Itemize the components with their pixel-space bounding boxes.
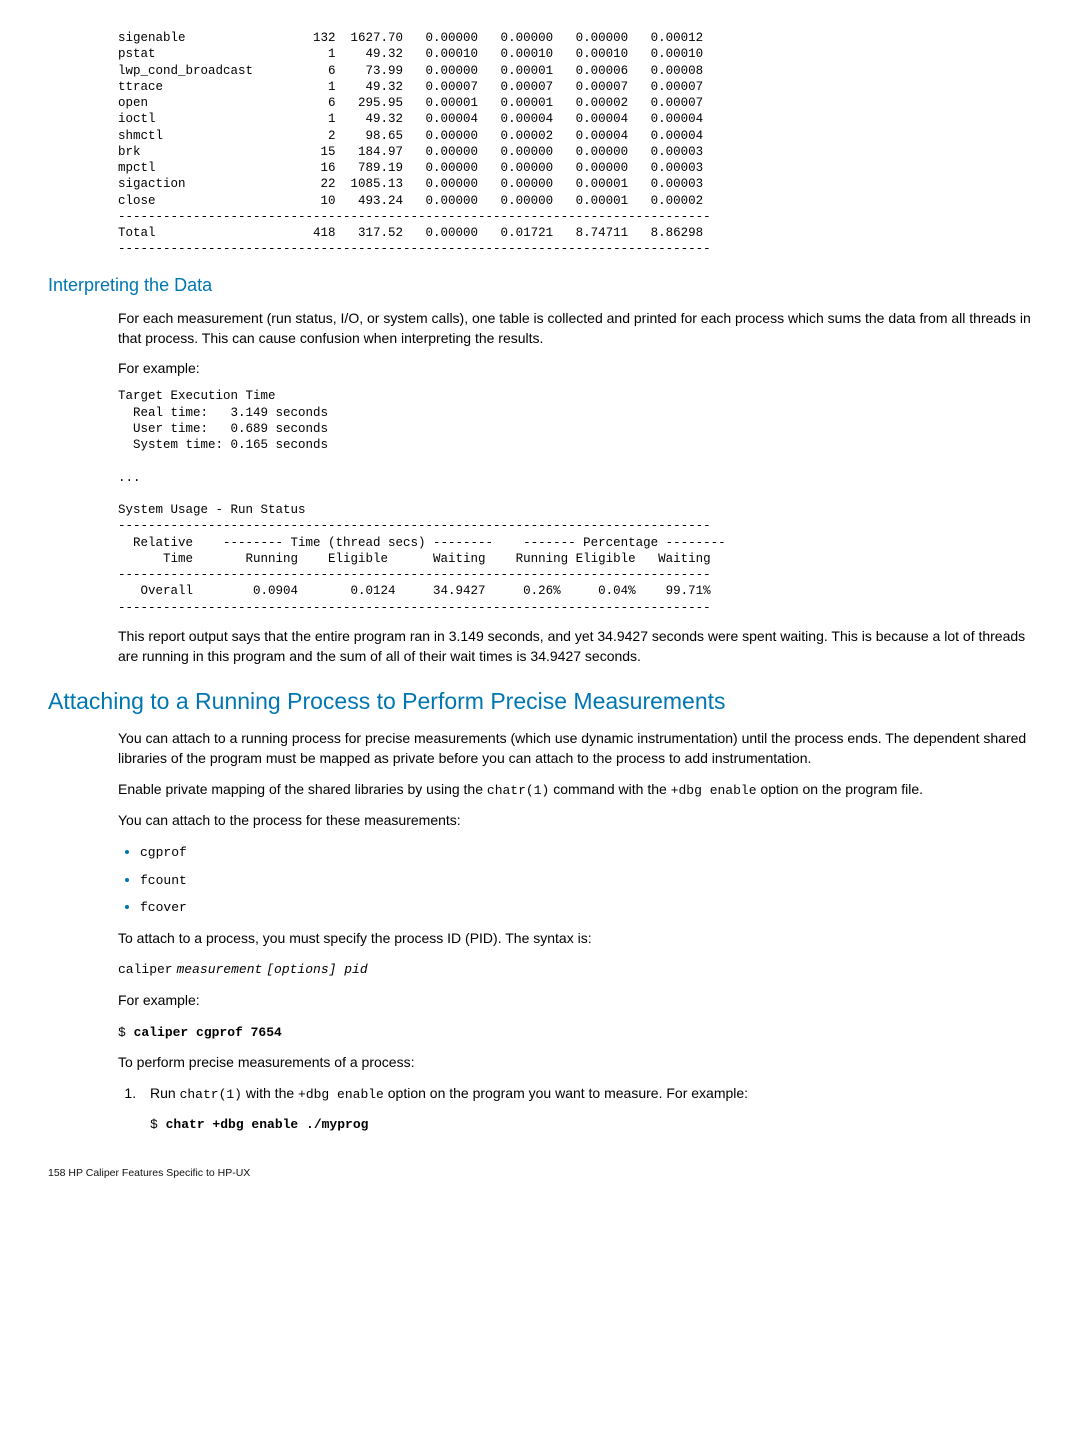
step-1: Run chatr(1) with the +dbg enable option… [140,1083,1032,1135]
heading-attaching: Attaching to a Running Process to Perfor… [48,685,1032,718]
bullet-1: fcount [140,873,187,888]
example-cmd: caliper cgprof 7654 [134,1025,282,1040]
runstatus-table: ----------------------------------------… [118,518,1032,616]
list-item: cgprof [140,841,1032,863]
syntax-opts: [options] pid [266,962,367,977]
s1-post: option on the program you want to measur… [384,1085,748,1101]
p2-code2: +dbg enable [671,783,757,798]
example-prefix: $ [118,1025,134,1040]
s1-pre: Run [150,1085,180,1101]
bullet-2: fcover [140,900,187,915]
syntax-line: caliper measurement [options] pid [118,958,1032,980]
exec-time-block: Target Execution Time Real time: 3.149 s… [118,388,1032,518]
p2-code1: chatr(1) [487,783,549,798]
attach-intro: To attach to a process, you must specify… [118,928,1032,948]
syntax-cmd: caliper [118,962,173,977]
s1-mid: with the [242,1085,298,1101]
para-attach-2: Enable private mapping of the shared lib… [118,779,1032,801]
p2-pre: Enable private mapping of the shared lib… [118,781,487,797]
measurement-list: cgprof fcount fcover [118,841,1032,919]
example-cmd-line: $ caliper cgprof 7654 [118,1021,1032,1043]
p2-post: option on the program file. [757,781,924,797]
steps-list: Run chatr(1) with the +dbg enable option… [118,1083,1032,1135]
s1-code2: +dbg enable [298,1087,384,1102]
list-item: fcount [140,869,1032,891]
for-example-2: For example: [118,990,1032,1010]
para-attach-3: You can attach to the process for these … [118,810,1032,830]
s1-code1: chatr(1) [180,1087,242,1102]
para-attach-1: You can attach to a running process for … [118,728,1032,769]
p2-mid: command with the [549,781,670,797]
for-example-1: For example: [118,358,1032,378]
s1-cmd-prefix: $ [150,1117,166,1132]
para-interpret-1: For each measurement (run status, I/O, o… [118,308,1032,349]
para-interpret-2: This report output says that the entire … [118,626,1032,667]
precise-intro: To perform precise measurements of a pro… [118,1052,1032,1072]
list-item: fcover [140,896,1032,918]
bullet-0: cgprof [140,845,187,860]
heading-interpreting: Interpreting the Data [48,272,1032,298]
s1-cmd: chatr +dbg enable ./myprog [166,1117,369,1132]
syntax-meas: measurement [177,962,263,977]
syscall-table: sigenable 132 1627.70 0.00000 0.00000 0.… [118,30,1032,258]
page-footer: 158 HP Caliper Features Specific to HP-U… [48,1166,1032,1181]
